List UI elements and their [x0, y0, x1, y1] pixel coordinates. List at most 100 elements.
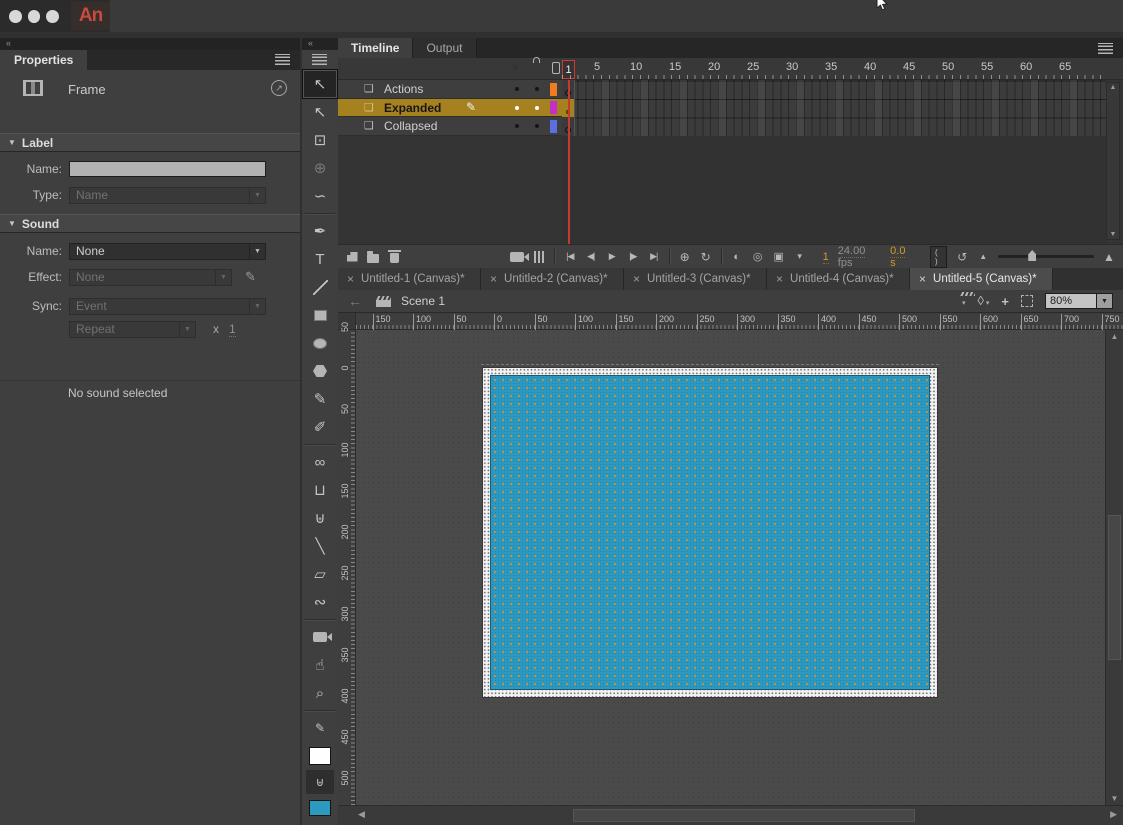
eyedropper-tool[interactable]: ╲: [303, 532, 337, 560]
layer-lock-dot[interactable]: [535, 106, 539, 110]
stage[interactable]: [483, 368, 937, 697]
new-layer-button[interactable]: [346, 248, 358, 266]
document-tab[interactable]: ×Untitled-3 (Canvas)*: [624, 268, 767, 290]
edit-scene-button[interactable]: ▾: [960, 292, 966, 310]
horizontal-scrollbar-thumb[interactable]: [573, 809, 915, 822]
reset-frame-zoom-button[interactable]: ↺: [956, 248, 968, 266]
document-tab[interactable]: ×Untitled-2 (Canvas)*: [481, 268, 624, 290]
edit-multiple-frames-button[interactable]: ▣: [773, 248, 785, 266]
step-forward-button[interactable]: |▶: [627, 248, 639, 266]
scroll-up-icon[interactable]: ▲: [1107, 84, 1119, 91]
close-tab-icon[interactable]: ×: [347, 272, 354, 286]
loop-count-value[interactable]: 1: [229, 322, 236, 337]
stroke-color-swatch[interactable]: [303, 742, 337, 770]
zoom-in-frames-icon[interactable]: ▲: [1103, 248, 1115, 266]
collapse-panel-strip[interactable]: «: [0, 38, 300, 50]
step-back-button[interactable]: ◀|: [585, 248, 597, 266]
scene-breadcrumb[interactable]: Scene 1: [401, 294, 445, 308]
selection-tool[interactable]: ↖: [303, 70, 337, 98]
pasteboard[interactable]: [356, 330, 1105, 805]
frame-view-options-button[interactable]: ( ): [930, 246, 947, 268]
zoom-window-button[interactable]: [46, 10, 59, 23]
current-frame-indicator[interactable]: 1: [823, 251, 829, 263]
canvas-horizontal-scrollbar[interactable]: ◀ ▶: [338, 805, 1123, 825]
label-name-input[interactable]: [69, 161, 266, 177]
layer-depth-button[interactable]: [533, 248, 545, 266]
layer-row-expanded[interactable]: ❏Expanded✎: [338, 99, 562, 118]
layer-visibility-dot[interactable]: [515, 106, 519, 110]
zoom-out-frames-icon[interactable]: ▲: [977, 248, 989, 266]
layer-lock-dot[interactable]: [535, 87, 539, 91]
label-section-header[interactable]: ▼ Label: [0, 133, 300, 152]
edit-symbols-button[interactable]: ◊▾: [977, 292, 989, 310]
frame-rate-indicator[interactable]: 24.00 fps: [838, 245, 881, 269]
outline-all-layers-icon[interactable]: [552, 62, 560, 74]
fill-color-bucket[interactable]: ⊎: [306, 770, 334, 794]
layer-row-collapsed[interactable]: ❏Collapsed: [338, 117, 562, 136]
onion-skin-button[interactable]: ◐: [731, 248, 743, 266]
camera-tool[interactable]: [303, 623, 337, 651]
edit-effect-pencil-icon[interactable]: ✎: [245, 269, 256, 285]
polystar-tool[interactable]: [303, 357, 337, 385]
vertical-scrollbar-thumb[interactable]: [1108, 515, 1121, 660]
layer-visibility-dot[interactable]: [515, 87, 519, 91]
subselection-tool[interactable]: ↖: [303, 98, 337, 126]
layer-lock-dot[interactable]: [535, 124, 539, 128]
timeline-frame-ruler[interactable]: 1 5101520253035404550556065: [338, 58, 1123, 80]
panel-menu-icon[interactable]: [275, 54, 290, 65]
frames-area[interactable]: [562, 80, 1107, 244]
frames-grid[interactable]: [562, 80, 1107, 136]
scroll-up-icon[interactable]: ▲: [1106, 332, 1123, 341]
add-camera-button[interactable]: [510, 248, 523, 266]
paint-bucket-tool[interactable]: ⊎: [303, 504, 337, 532]
help-launch-icon[interactable]: ↗: [271, 80, 287, 96]
canvas-vertical-scrollbar[interactable]: ▲ ▼: [1105, 330, 1123, 805]
text-tool[interactable]: T: [303, 245, 337, 273]
bone-tool[interactable]: ∞: [303, 448, 337, 476]
elapsed-time-indicator[interactable]: 0.0 s: [890, 245, 913, 269]
document-tab[interactable]: ×Untitled-4 (Canvas)*: [767, 268, 910, 290]
stroke-color-pencil[interactable]: ✎: [303, 714, 337, 742]
stage-zoom-select[interactable]: 80% ▼: [1045, 293, 1113, 309]
sound-name-dropdown[interactable]: None ▼: [69, 243, 266, 260]
close-tab-icon[interactable]: ×: [919, 272, 926, 286]
go-to-first-frame-button[interactable]: |◀: [564, 248, 576, 266]
close-tab-icon[interactable]: ×: [776, 272, 783, 286]
layer-row-actions[interactable]: ❏Actions: [338, 80, 562, 99]
back-arrow-icon[interactable]: ←: [348, 293, 362, 309]
clip-content-button[interactable]: [1021, 295, 1033, 307]
free-transform-tool[interactable]: ⊡: [303, 126, 337, 154]
eraser-tool[interactable]: ▱: [303, 560, 337, 588]
tab-timeline[interactable]: Timeline: [338, 38, 413, 58]
sound-section-header[interactable]: ▼ Sound: [0, 214, 300, 233]
pencil-tool[interactable]: ✎: [303, 385, 337, 413]
scroll-left-icon[interactable]: ◀: [358, 809, 365, 820]
pen-tool[interactable]: ✒: [303, 217, 337, 245]
document-tab[interactable]: ×Untitled-5 (Canvas)*: [910, 268, 1053, 290]
tab-properties[interactable]: Properties: [0, 50, 87, 70]
hand-tool[interactable]: ☝: [303, 651, 337, 679]
width-tool[interactable]: ∾: [303, 588, 337, 616]
close-tab-icon[interactable]: ×: [633, 272, 640, 286]
selected-rectangle-shape[interactable]: [490, 375, 930, 690]
zoom-tool[interactable]: ⌕: [303, 679, 337, 707]
tools-menu-icon[interactable]: [312, 54, 327, 65]
minimize-button[interactable]: [28, 10, 41, 23]
tab-output[interactable]: Output: [413, 38, 476, 58]
playhead-line[interactable]: [568, 80, 570, 246]
loop-playback-button[interactable]: ↻: [700, 248, 712, 266]
frame-size-slider[interactable]: [998, 255, 1094, 258]
document-tab[interactable]: ×Untitled-1 (Canvas)*: [338, 268, 481, 290]
close-button[interactable]: [9, 10, 22, 23]
scroll-down-icon[interactable]: ▼: [1106, 794, 1123, 803]
scroll-down-icon[interactable]: ▼: [1107, 231, 1119, 238]
delete-layer-button[interactable]: [388, 248, 400, 266]
rectangle-tool[interactable]: [303, 301, 337, 329]
go-to-last-frame-button[interactable]: ▶|: [648, 248, 660, 266]
3d-rotation-tool[interactable]: ⊕: [303, 154, 337, 182]
brush-tool[interactable]: ✐: [303, 413, 337, 441]
new-folder-button[interactable]: [367, 248, 379, 266]
onion-skin-outlines-button[interactable]: ◎: [752, 248, 764, 266]
center-frame-button[interactable]: ⊕: [679, 248, 691, 266]
fill-color-swatch[interactable]: [303, 794, 337, 822]
